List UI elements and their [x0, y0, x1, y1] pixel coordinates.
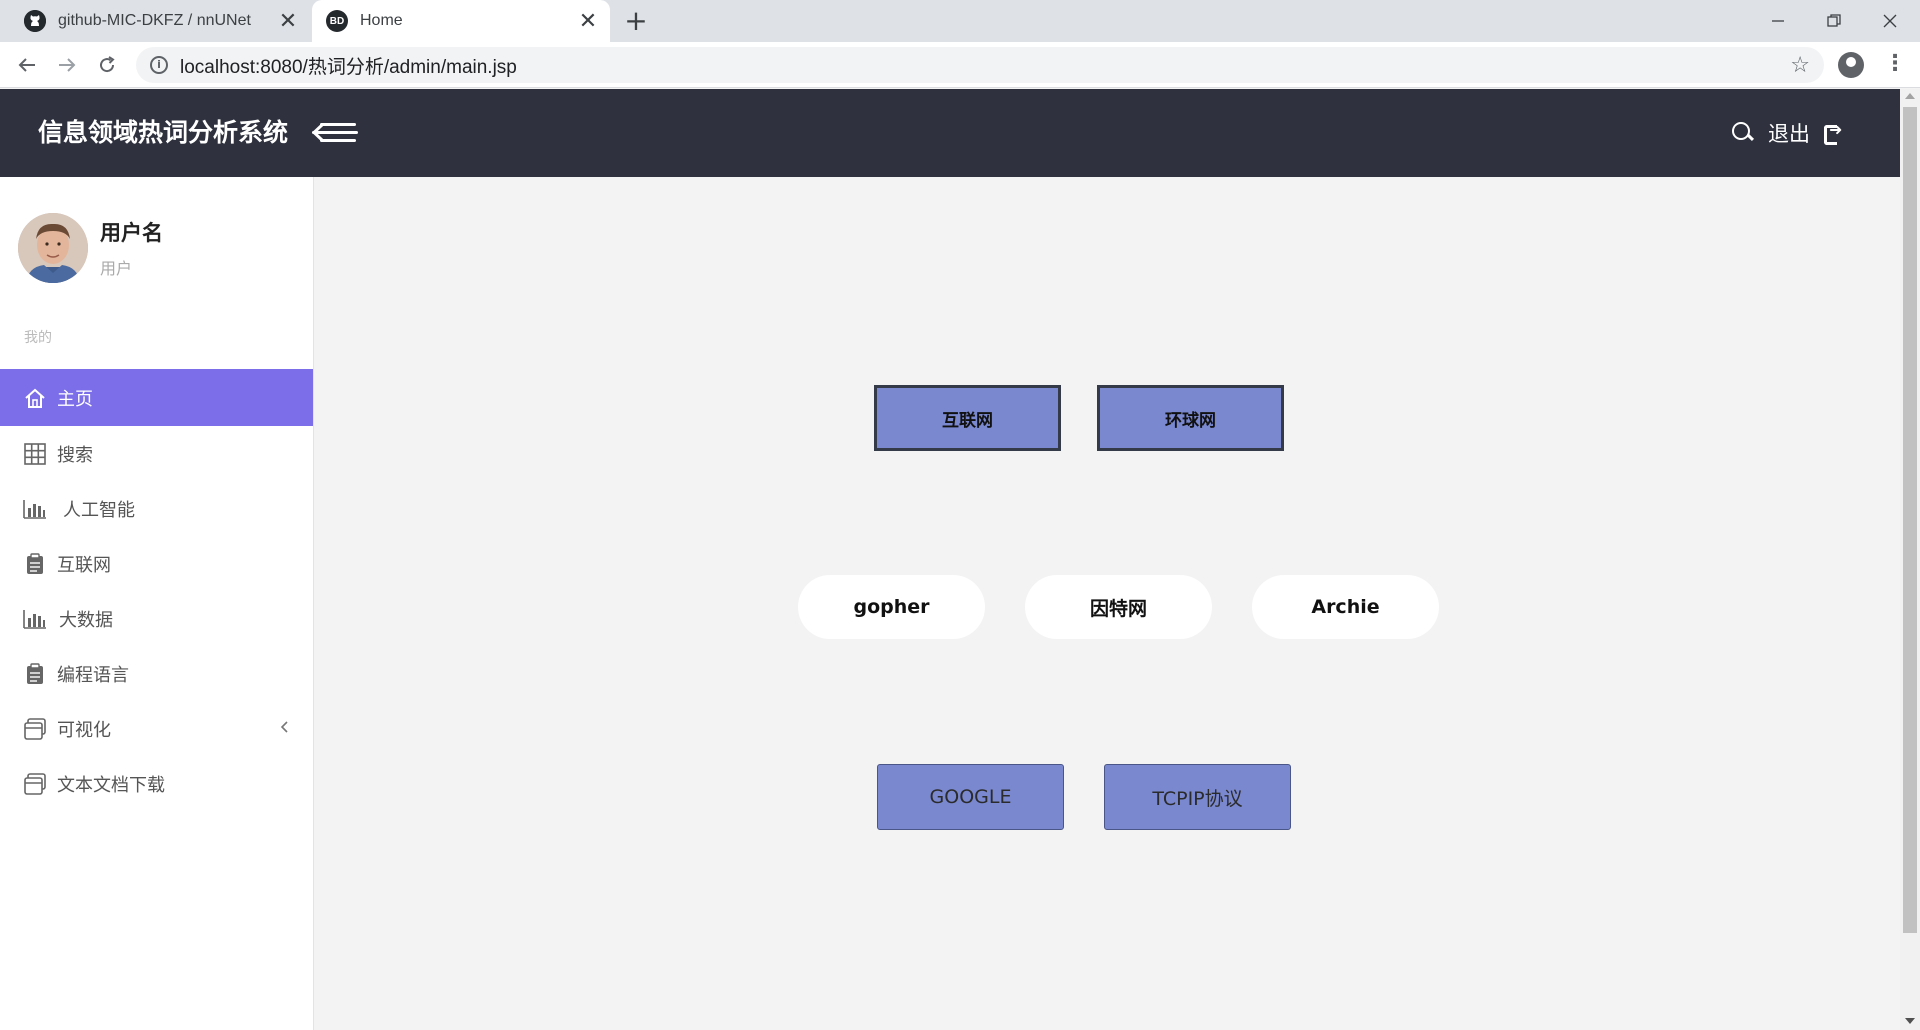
sidebar-item-label: 人工智能	[63, 499, 135, 521]
sidebar-item-download[interactable]: 文本文档下载	[0, 756, 313, 811]
app-header: 信息领域热词分析系统 退出	[0, 89, 1900, 177]
site-favicon: BD	[326, 10, 348, 32]
minimize-icon[interactable]	[1750, 0, 1806, 42]
keyword-button-google[interactable]: GOOGLE	[877, 764, 1064, 830]
scroll-down-icon[interactable]	[1905, 1018, 1915, 1024]
sidebar-item-label: 主页	[57, 388, 93, 410]
sidebar: 用户名 用户 我的 主页 搜索 人工智能 互联网 大数据 编程语言 可视化 文本…	[0, 177, 314, 1030]
sidebar-item-label: 大数据	[59, 609, 113, 631]
header-actions: 退出	[1732, 89, 1844, 177]
sidebar-item-label: 文本文档下载	[57, 774, 165, 796]
restore-icon[interactable]	[1806, 0, 1862, 42]
logout-button[interactable]: 退出	[1768, 118, 1810, 148]
window-icon	[23, 772, 47, 796]
app-title: 信息领域热词分析系统	[38, 118, 289, 147]
bar-chart-icon	[23, 497, 47, 521]
browser-toolbar: i localhost:8080/热词分析/admin/main.jsp ☆ ⋮	[0, 42, 1920, 88]
close-icon[interactable]: ✕	[574, 10, 602, 32]
chevron-left-icon[interactable]	[279, 719, 289, 738]
clipboard-icon	[23, 552, 47, 576]
clipboard-icon	[23, 662, 47, 686]
back-icon[interactable]	[12, 50, 42, 80]
avatar	[18, 213, 88, 283]
reload-icon[interactable]	[92, 50, 122, 80]
info-icon[interactable]: i	[150, 56, 168, 74]
grid-icon	[23, 442, 47, 466]
browser-tab-strip: github-MIC-DKFZ / nnUNet ✕ BD Home ✕ +	[0, 0, 1920, 42]
vertical-scrollbar[interactable]	[1900, 89, 1920, 1030]
sidebar-section-label: 我的	[24, 330, 52, 346]
sidebar-item-label: 编程语言	[57, 664, 129, 686]
close-icon[interactable]: ✕	[274, 10, 302, 32]
sidebar-item-visualization[interactable]: 可视化	[0, 701, 313, 756]
tab-title: Home	[360, 12, 403, 29]
browser-tab-github[interactable]: github-MIC-DKFZ / nnUNet ✕	[10, 0, 310, 42]
keyword-button-tcpip[interactable]: TCPIP协议	[1104, 764, 1291, 830]
bookmark-star-icon[interactable]: ☆	[1790, 53, 1810, 78]
menu-toggle-icon[interactable]	[312, 119, 358, 147]
window-close-icon[interactable]	[1862, 0, 1918, 42]
scroll-up-icon[interactable]	[1905, 93, 1915, 99]
user-name: 用户名	[100, 221, 163, 245]
browser-tab-home[interactable]: BD Home ✕	[312, 0, 610, 42]
keyword-button-yintewang[interactable]: 因特网	[1025, 575, 1212, 639]
github-icon	[24, 10, 46, 32]
window-icon	[23, 717, 47, 741]
new-tab-button[interactable]: +	[620, 6, 652, 38]
keyword-button-global-net[interactable]: 环球网	[1097, 385, 1284, 451]
sidebar-item-home[interactable]: 主页	[0, 369, 313, 426]
user-role: 用户	[100, 259, 133, 278]
forward-icon[interactable]	[52, 50, 82, 80]
home-icon	[23, 386, 47, 410]
sidebar-item-label: 搜索	[57, 444, 93, 466]
sidebar-item-label: 可视化	[57, 719, 111, 741]
sidebar-item-ai[interactable]: 人工智能	[0, 481, 313, 536]
sidebar-item-internet[interactable]: 互联网	[0, 536, 313, 591]
main-content: 互联网 环球网 gopher 因特网 Archie GOOGLE TCPIP协议	[315, 177, 1900, 1030]
tab-title: github-MIC-DKFZ / nnUNet	[58, 12, 251, 29]
keyword-button-archie[interactable]: Archie	[1252, 575, 1439, 639]
logout-icon[interactable]	[1824, 120, 1844, 145]
bar-chart-icon	[23, 607, 47, 631]
sidebar-item-label: 互联网	[57, 554, 111, 576]
sidebar-item-search[interactable]: 搜索	[0, 426, 313, 481]
sidebar-item-programming[interactable]: 编程语言	[0, 646, 313, 701]
scrollbar-thumb[interactable]	[1903, 107, 1917, 933]
browser-menu-icon[interactable]: ⋮	[1884, 52, 1906, 78]
address-bar[interactable]: i localhost:8080/热词分析/admin/main.jsp ☆	[136, 47, 1824, 83]
url-text[interactable]: localhost:8080/热词分析/admin/main.jsp	[180, 52, 1790, 79]
profile-icon[interactable]	[1838, 52, 1864, 78]
keyword-button-internet[interactable]: 互联网	[874, 385, 1061, 451]
search-icon[interactable]	[1732, 122, 1754, 144]
sidebar-nav: 主页 搜索 人工智能 互联网 大数据 编程语言 可视化 文本文档下载	[0, 369, 313, 811]
keyword-button-gopher[interactable]: gopher	[798, 575, 985, 639]
sidebar-item-big-data[interactable]: 大数据	[0, 591, 313, 646]
